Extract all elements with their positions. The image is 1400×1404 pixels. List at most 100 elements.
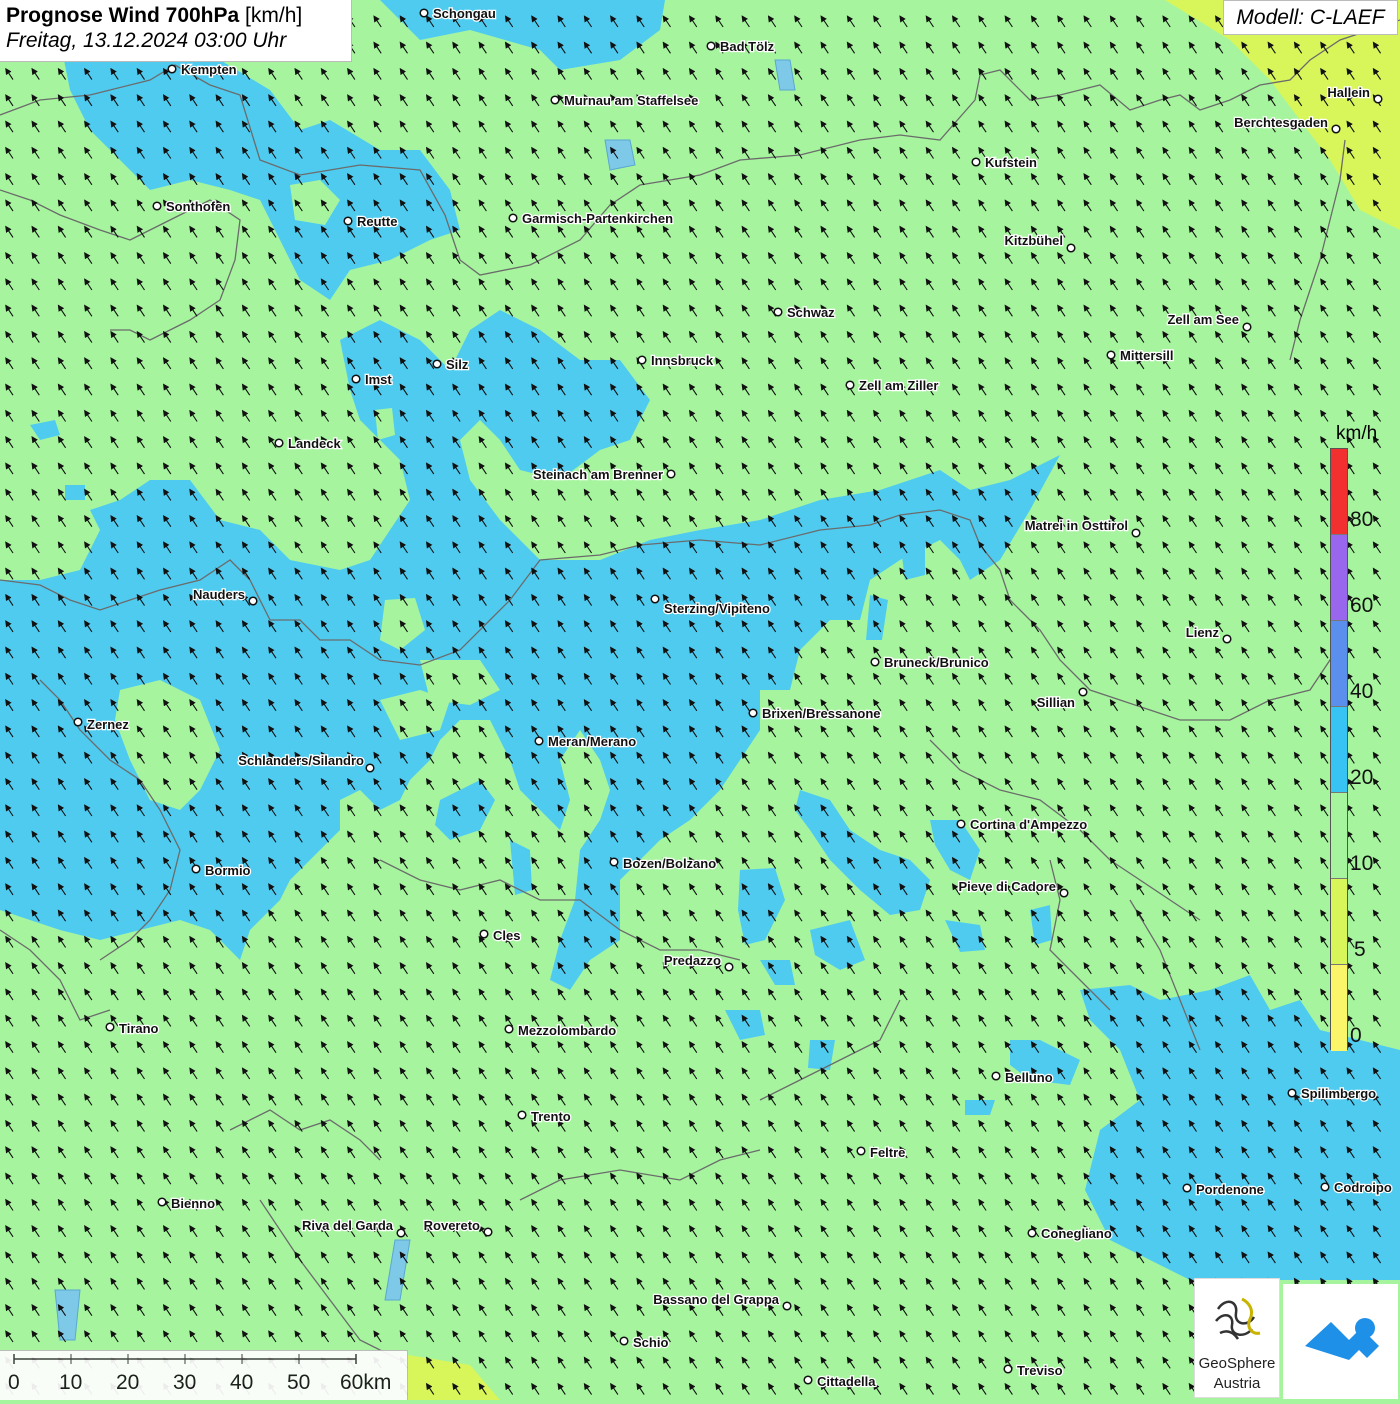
- city-label: Predazzo: [664, 953, 721, 968]
- city-label: Schio: [633, 1335, 668, 1350]
- city-dot: [365, 763, 375, 773]
- city-dot: [550, 95, 560, 105]
- city-label: Pordenone: [1196, 1182, 1264, 1197]
- model-label: Modell: C-LAEF: [1223, 0, 1398, 35]
- legend-unit: km/h: [1336, 423, 1378, 444]
- city-label: Steinach am Brenner: [533, 467, 663, 482]
- weather-app-logo-icon: [1305, 1318, 1379, 1360]
- scale-label-50: 50: [287, 1371, 311, 1394]
- legend-segment-5: [1331, 879, 1347, 965]
- city-label: Garmisch-Partenkirchen: [522, 211, 673, 226]
- city-dot: [609, 857, 619, 867]
- city-dot: [650, 594, 660, 604]
- city-dot: [637, 355, 647, 365]
- city-label: Bozen/Bolzano: [623, 856, 716, 871]
- city-dot: [1059, 888, 1069, 898]
- city-dot: [396, 1228, 406, 1238]
- city-label: Schongau: [433, 6, 496, 21]
- color-legend: km/h 80 60 40 20 10 5 0: [1318, 420, 1388, 1060]
- city-dot: [1003, 1364, 1013, 1374]
- geosphere-logo-icon: [1215, 1297, 1261, 1340]
- city-label: Codroipo: [1334, 1180, 1392, 1195]
- city-label: Silz: [446, 357, 469, 372]
- city-label: Imst: [365, 372, 392, 387]
- city-dot: [517, 1110, 527, 1120]
- city-dot: [706, 41, 716, 51]
- city-label: Kitzbühel: [1005, 233, 1064, 248]
- city-dot: [619, 1336, 629, 1346]
- city-label: Schlanders/Silandro: [238, 753, 364, 768]
- wind-map: Schongau Bad Tölz Kempten Hallein Murnau am …: [0, 0, 1400, 1400]
- city-label: Brixen/Bressanone: [762, 706, 881, 721]
- city-label: Reutte: [357, 214, 397, 229]
- scale-label-10: 10: [59, 1371, 83, 1394]
- scale-bar: 0 10 20 30 40 50 60km: [0, 1350, 408, 1400]
- legend-label-10: 10: [1350, 852, 1374, 875]
- city-dot: [483, 1227, 493, 1237]
- city-label: Zell am Ziller: [859, 378, 938, 393]
- city-dot: [1106, 350, 1116, 360]
- city-dot: [1287, 1088, 1297, 1098]
- city-dot: [870, 657, 880, 667]
- city-dot: [856, 1146, 866, 1156]
- legend-label-40: 40: [1350, 680, 1374, 703]
- city-label: Lienz: [1186, 625, 1220, 640]
- map-title-unit: [km/h]: [245, 4, 303, 27]
- city-dot: [724, 962, 734, 972]
- city-dot: [167, 64, 177, 74]
- weather-app-logo[interactable]: [1283, 1284, 1398, 1399]
- city-label: Matrei in Osttirol: [1025, 518, 1128, 533]
- city-dot: [508, 213, 518, 223]
- city-label: Berchtesgaden: [1234, 115, 1328, 130]
- city-dot: [248, 596, 258, 606]
- legend-segment-80: [1331, 449, 1347, 535]
- city-label: Bormio: [205, 863, 251, 878]
- city-label: Innsbruck: [651, 353, 714, 368]
- city-dot: [782, 1301, 792, 1311]
- legend-segment-0: [1331, 965, 1347, 1051]
- city-label: Mezzolombardo: [518, 1023, 616, 1038]
- city-label: Bassano del Grappa: [653, 1292, 779, 1307]
- city-dot: [351, 374, 361, 384]
- geosphere-logo-sub: Austria: [1213, 1375, 1261, 1392]
- city-dot: [73, 717, 83, 727]
- city-label: Riva del Garda: [302, 1218, 394, 1233]
- city-dot: [419, 8, 429, 18]
- city-dot: [803, 1375, 813, 1385]
- city-label: Cortina d'Ampezzo: [970, 817, 1087, 832]
- city-label: Kempten: [181, 62, 237, 77]
- scale-label-0: 0: [8, 1371, 20, 1394]
- city-label: Schwaz: [787, 305, 835, 320]
- city-dot: [105, 1022, 115, 1032]
- city-label: Cittadella: [817, 1374, 876, 1389]
- city-label: Spilimbergo: [1301, 1086, 1376, 1101]
- map-title: Prognose Wind 700hPa: [6, 4, 240, 27]
- city-dot: [1182, 1183, 1192, 1193]
- city-label: Tirano: [119, 1021, 159, 1036]
- legend-label-80: 80: [1350, 508, 1374, 531]
- city-dot: [1331, 124, 1341, 134]
- city-label: Mittersill: [1120, 348, 1173, 363]
- city-label: Treviso: [1017, 1363, 1063, 1378]
- city-label: Trento: [531, 1109, 571, 1124]
- geosphere-logo[interactable]: GeoSphere Austria: [1194, 1278, 1280, 1398]
- city-dot: [479, 929, 489, 939]
- city-label: Bienno: [171, 1196, 215, 1211]
- city-label: Murnau am Staffelsee: [564, 93, 698, 108]
- city-dot: [666, 469, 676, 479]
- city-dot: [1027, 1228, 1037, 1238]
- title-box: Prognose Wind 700hPa [km/h] Freitag, 13.…: [0, 0, 352, 62]
- city-label: Rovereto: [424, 1218, 480, 1233]
- legend-bar: [1330, 448, 1348, 1051]
- city-dot: [157, 1197, 167, 1207]
- city-dot: [534, 736, 544, 746]
- city-dot: [1320, 1182, 1330, 1192]
- city-dot: [504, 1024, 514, 1034]
- city-dot: [1242, 322, 1252, 332]
- legend-label-20: 20: [1350, 766, 1374, 789]
- city-label: Bruneck/Brunico: [884, 655, 989, 670]
- legend-label-60: 60: [1350, 594, 1374, 617]
- city-dot: [971, 157, 981, 167]
- city-label: Kufstein: [985, 155, 1037, 170]
- city-label: Feltre: [870, 1145, 905, 1160]
